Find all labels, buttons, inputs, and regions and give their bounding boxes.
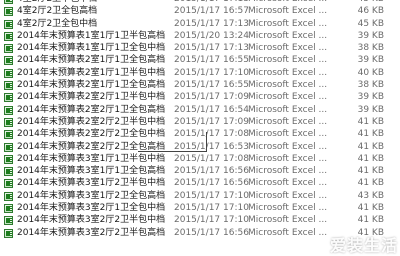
file-name: 2014年末预算表2室1厅1卫全包高档 [17,55,166,66]
file-type: Microsoft Excel ... [248,129,328,140]
excel-file-icon [4,81,13,91]
file-name: 2014年末预算表2室2厅1卫全包高档 [17,104,166,115]
drag-line [138,151,206,152]
file-type: Microsoft Excel ... [248,153,328,164]
file-row[interactable]: 4室2厅2卫全包中档 2015/1/17 17:13 Microsoft Excel… [0,18,400,30]
file-name: 4室2厅2卫全包中档 [17,18,98,29]
file-row[interactable]: 2014年末预算表2室1厅1卫全包高档 2015/1/17 16:55 Micros… [0,54,400,67]
file-size: 38 KB [357,43,384,54]
excel-file-icon [4,0,13,4]
file-size: 39 KB [357,92,384,103]
file-name: 2014年末预算表3室2厅1卫全包中档 [17,203,166,214]
file-type: Microsoft Excel ... [248,80,328,91]
file-type: Microsoft Excel ... [248,55,328,66]
excel-file-icon [4,228,13,238]
file-type: Microsoft Excel ... [248,104,328,115]
excel-file-icon [4,191,13,201]
file-name: 2014年末预算表3室1厅2卫半包中档 [17,178,166,189]
file-row[interactable]: 2014年末预算表3室1厅2卫半包中档 2015/1/17 16:56 Micros… [0,177,400,190]
file-size: 39 KB [357,55,384,66]
file-size: 41 KB [357,153,384,164]
file-type: Microsoft Excel ... [248,190,328,201]
file-size: 45 KB [357,18,384,29]
excel-file-icon [4,7,13,17]
file-size: 41 KB [357,215,384,226]
file-name: 2014年末预算表3室1厅1卫半包中档 [17,153,166,164]
file-size: 39 KB [357,30,384,41]
file-row[interactable]: 2014年末预算表3室2厅2卫半包中档 2015/1/17 17:10 Micros… [0,214,400,226]
file-name: 4室2厅2卫全包高档 [17,6,98,17]
file-name: 2014年末预算表1室1厅1卫半包高档 [17,30,166,41]
watermark: 爱装生活 [329,236,398,255]
excel-file-icon [4,93,13,103]
file-size: 39 KB [357,104,384,115]
file-type: Microsoft Excel ... [248,6,328,17]
file-row[interactable]: 4室2厅2卫全包高档 2015/1/17 16:57 Microsoft Excel… [0,5,400,18]
file-row[interactable]: 2014年末预算表3室2厅1卫全包中档 2015/1/17 17:10 Micros… [0,202,400,215]
file-name: 2014年末预算表3室2厅2卫半包高档 [17,227,166,238]
file-name: 2014年末预算表3室1厅1卫全包高档 [17,166,166,177]
file-row[interactable]: 2014年末预算表2室2厅1卫半包中档 2015/1/17 17:09 Micros… [0,91,400,103]
file-size: 41 KB [357,141,384,152]
file-size: 41 KB [357,166,384,177]
file-type: Microsoft Excel ... [248,92,328,103]
file-size: 38 KB [357,80,384,91]
excel-file-icon [4,56,13,66]
excel-file-icon [4,117,13,127]
file-type: Microsoft Excel ... [248,67,328,78]
file-name: 2014年末预算表2室2厅2卫半包中档 [17,116,166,127]
file-name: 2014年末预算表3室2厅2卫半包中档 [17,215,166,226]
file-type: Microsoft Excel ... [248,203,328,214]
file-type: Microsoft Excel ... [248,116,328,127]
file-type: Microsoft Excel ... [248,166,328,177]
file-row[interactable]: 2014年末预算表2室2厅2卫半包中档 2015/1/17 17:09 Micros… [0,116,400,128]
file-row[interactable]: 2014年末预算表3室1厅1卫半包中档 2015/1/17 17:08 Micros… [0,152,400,166]
file-type: Microsoft Excel ... [248,227,328,238]
file-row[interactable]: 2014年末预算表2室1厅1卫半包中档 2015/1/17 17:10 Micros… [0,67,400,79]
file-list: 4室2厅2卫半包中档2015/1/17 17:13Microsoft Excel… [0,0,400,239]
file-row[interactable]: 2014年末预算表3室1厅2卫全包高档 2015/1/17 17:10 Micros… [0,190,400,202]
file-type: Microsoft Excel ... [248,18,328,29]
file-row[interactable]: 2014年末预算表2室1厅1卫全包高档 2015/1/17 16:55 Micros… [0,79,400,92]
file-size: 41 KB [357,178,384,189]
file-size: 43 KB [357,190,384,201]
excel-file-icon [4,44,13,54]
file-row[interactable]: 2014年末预算表1室1厅1卫半包高档 2015/1/20 13:24 Micros… [0,29,400,43]
file-row[interactable]: 2014年末预算表3室1厅1卫全包高档 2015/1/17 16:56 Micros… [0,165,400,177]
excel-file-icon [4,68,13,78]
excel-file-icon [4,216,13,226]
excel-file-icon [4,142,13,152]
file-name: 2014年末预算表2室2厅1卫半包中档 [17,92,166,103]
file-size: 41 KB [357,116,384,127]
file-size: 40 KB [357,67,384,78]
file-name: 2014年末预算表1室1厅1卫全包中档 [17,43,166,54]
drag-line [206,132,207,152]
excel-file-icon [4,167,13,177]
file-type: Microsoft Excel ... [248,215,328,226]
file-type: Microsoft Excel ... [248,178,328,189]
file-name: 2014年末预算表2室1厅1卫全包高档 [17,80,166,91]
excel-file-icon [4,31,13,41]
file-type: Microsoft Excel ... [248,43,328,54]
excel-file-icon [4,105,13,115]
file-size: 41 KB [357,129,384,140]
excel-file-icon [4,19,13,29]
file-name: 2014年末预算表2室2厅2卫全包中档 [17,129,166,140]
file-type: Microsoft Excel ... [248,141,328,152]
file-row[interactable]: 2014年末预算表2室2厅2卫全包中档 2015/1/17 17:08 Micros… [0,128,400,141]
file-row[interactable]: 2014年末预算表1室1厅1卫全包中档 2015/1/17 17:13 Micros… [0,42,400,54]
file-size: 46 KB [357,6,384,17]
file-type: Microsoft Excel ... [248,30,328,41]
excel-file-icon [4,130,13,140]
excel-file-icon [4,204,13,214]
file-name: 2014年末预算表2室1厅1卫半包中档 [17,67,166,78]
file-name: 2014年末预算表3室1厅2卫全包高档 [17,190,166,201]
file-row[interactable]: 2014年末预算表2室2厅1卫全包高档 2015/1/17 16:54 Micros… [0,103,400,116]
excel-file-icon [4,154,13,164]
file-size: 41 KB [357,203,384,214]
excel-file-icon [4,179,13,189]
